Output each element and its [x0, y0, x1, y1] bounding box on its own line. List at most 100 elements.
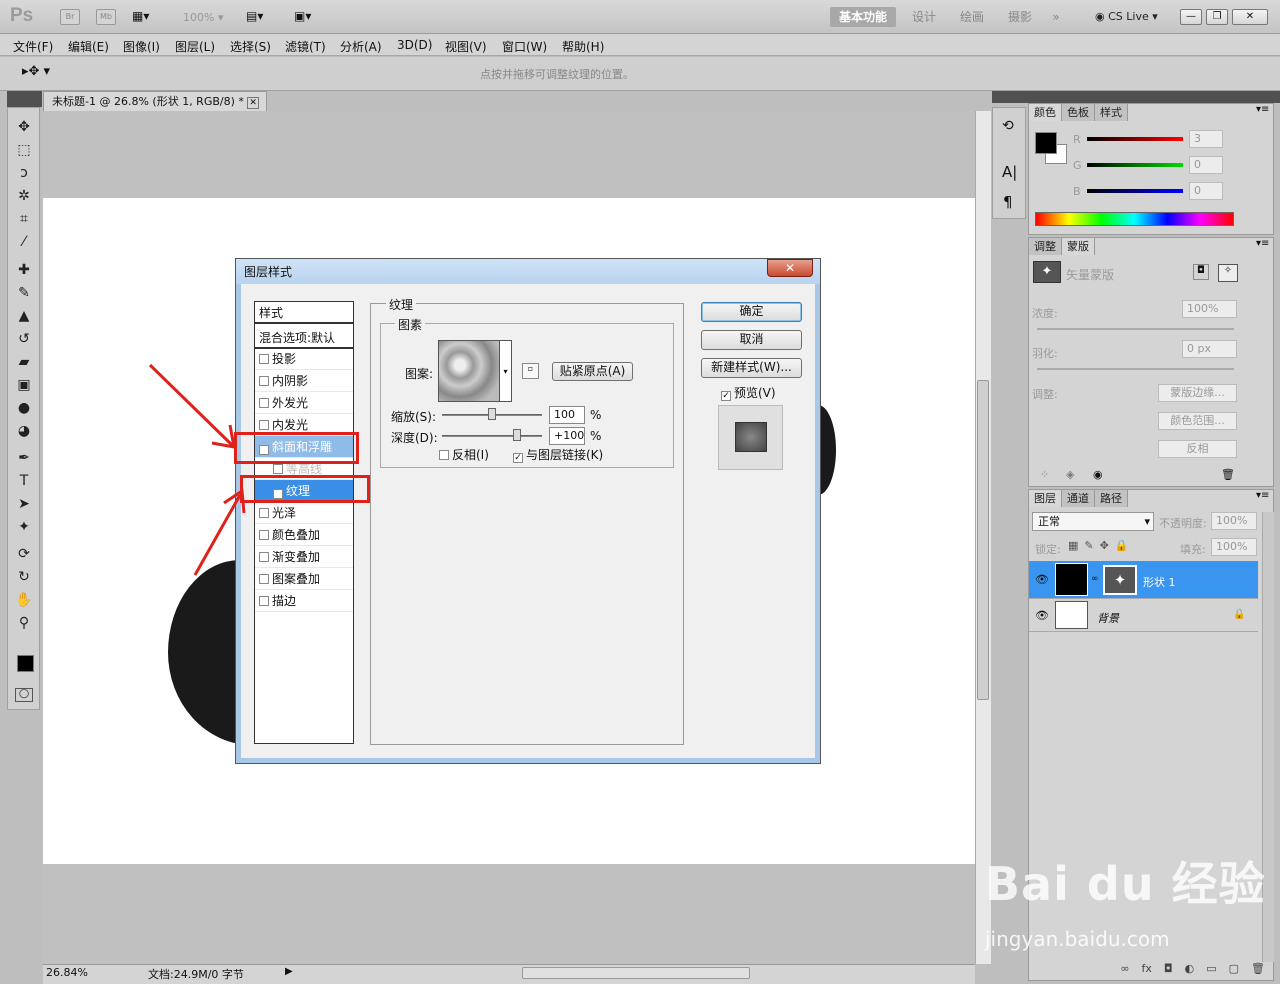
menu-select[interactable]: 选择(S)	[230, 38, 271, 55]
workspace-painting[interactable]: 绘画	[950, 7, 994, 27]
visibility-eye-icon[interactable]: 👁	[1035, 573, 1049, 586]
tab-adjustments[interactable]: 调整	[1029, 238, 1062, 255]
workspace-basic[interactable]: 基本功能	[830, 7, 896, 27]
style-satin[interactable]: 光泽	[255, 502, 353, 524]
history-panel-icon[interactable]: ⟲	[1002, 118, 1014, 134]
preview-option[interactable]: ✓ 预览(V)	[721, 384, 776, 401]
style-color-overlay[interactable]: 颜色叠加	[255, 524, 353, 546]
style-pattern-overlay[interactable]: 图案叠加	[255, 568, 353, 590]
blend-mode-select[interactable]: 正常 ▾	[1032, 512, 1154, 531]
snap-to-origin-button[interactable]: 贴紧原点(A)	[552, 362, 633, 381]
menu-filter[interactable]: 滤镜(T)	[285, 38, 326, 55]
link-with-layer-option[interactable]: ✓ 与图层链接(K)	[513, 446, 603, 463]
invert-checkbox[interactable]	[439, 450, 449, 460]
blending-options[interactable]: 混合选项:默认	[255, 327, 353, 349]
quick-select-tool-icon[interactable]: ✲	[13, 186, 35, 206]
arrange-documents-icon[interactable]: ▤▾	[246, 9, 263, 23]
b-slider[interactable]	[1087, 189, 1183, 193]
history-brush-tool-icon[interactable]: ↺	[13, 329, 35, 349]
invert-mask-button[interactable]: 反相	[1158, 440, 1237, 458]
dialog-close-button[interactable]: ✕	[767, 259, 813, 277]
3d-orbit-tool-icon[interactable]: ↻	[13, 567, 35, 587]
screen-mode-icon[interactable]: ▣▾	[294, 9, 311, 23]
density-input[interactable]: 100%	[1182, 300, 1237, 318]
lasso-tool-icon[interactable]: ↄ	[13, 163, 35, 183]
layer-name-shape[interactable]: 形状 1	[1143, 574, 1176, 590]
marquee-tool-icon[interactable]: ⬚	[13, 140, 35, 160]
menu-image[interactable]: 图像(I)	[123, 38, 160, 55]
opacity-input[interactable]: 100%	[1211, 512, 1257, 530]
tab-color[interactable]: 颜色	[1029, 104, 1062, 121]
style-inner-shadow[interactable]: 内阴影	[255, 370, 353, 392]
r-input[interactable]: 3	[1189, 130, 1223, 148]
new-preset-icon[interactable]: ▫	[522, 363, 539, 379]
vector-mask-icon[interactable]: ✧	[1218, 264, 1238, 282]
layers-panel-menu-icon[interactable]: ▾≡	[1256, 490, 1269, 501]
restore-button[interactable]: ❐	[1206, 9, 1228, 25]
paragraph-panel-icon[interactable]: ¶	[1003, 193, 1013, 211]
pen-tool-icon[interactable]: ✒	[13, 448, 35, 468]
adjustment-layer-icon[interactable]: ◐	[1185, 962, 1195, 980]
cancel-button[interactable]: 取消	[701, 330, 802, 350]
style-drop-shadow[interactable]: 投影	[255, 348, 353, 370]
inner-shadow-checkbox[interactable]	[259, 376, 269, 386]
color-overlay-checkbox[interactable]	[259, 530, 269, 540]
vertical-scroll-thumb[interactable]	[977, 380, 989, 700]
tab-styles[interactable]: 样式	[1095, 104, 1128, 121]
style-outer-glow[interactable]: 外发光	[255, 392, 353, 414]
eyedropper-tool-icon[interactable]: ⁄	[13, 232, 35, 252]
vector-mask-layer-thumbnail[interactable]: ✦	[1103, 565, 1137, 595]
scale-slider-thumb[interactable]	[488, 408, 496, 420]
style-gradient-overlay[interactable]: 渐变叠加	[255, 546, 353, 568]
tab-swatches[interactable]: 色板	[1062, 104, 1095, 121]
close-window-button[interactable]: ✕	[1232, 9, 1268, 25]
b-input[interactable]: 0	[1189, 182, 1223, 200]
tab-paths[interactable]: 路径	[1095, 490, 1128, 507]
depth-input[interactable]: +100	[549, 427, 585, 445]
character-panel-icon[interactable]: A|	[1002, 163, 1017, 181]
drop-shadow-checkbox[interactable]	[259, 354, 269, 364]
menu-edit[interactable]: 编辑(E)	[68, 38, 109, 55]
load-selection-icon[interactable]: ⁘	[1040, 468, 1049, 481]
horizontal-scroll-thumb[interactable]	[522, 967, 750, 979]
menu-window[interactable]: 窗口(W)	[502, 38, 547, 55]
cs-live-button[interactable]: ◉ CS Live ▾	[1095, 8, 1158, 26]
pixel-mask-icon[interactable]: ◘	[1193, 264, 1209, 280]
color-spectrum[interactable]	[1035, 212, 1234, 226]
gradient-overlay-checkbox[interactable]	[259, 552, 269, 562]
eraser-tool-icon[interactable]: ▰	[13, 352, 35, 372]
inner-glow-checkbox[interactable]	[259, 420, 269, 430]
panel-menu-icon[interactable]: ▾≡	[1256, 104, 1269, 115]
brush-tool-icon[interactable]: ✎	[13, 283, 35, 303]
menu-file[interactable]: 文件(F)	[13, 38, 53, 55]
new-group-icon[interactable]: ▭	[1206, 962, 1216, 980]
masks-panel-menu-icon[interactable]: ▾≡	[1256, 238, 1269, 249]
toggle-mask-visibility-icon[interactable]: ◉	[1093, 468, 1103, 481]
add-style-icon[interactable]: fx	[1142, 962, 1152, 980]
link-with-layer-checkbox[interactable]: ✓	[513, 453, 523, 463]
foreground-color-chip[interactable]	[1035, 132, 1057, 154]
stamp-tool-icon[interactable]: ▲	[13, 306, 35, 326]
menu-3d[interactable]: 3D(D)	[397, 38, 432, 52]
workspace-design[interactable]: 设计	[904, 7, 944, 27]
path-select-tool-icon[interactable]: ➤	[13, 494, 35, 514]
zoom-level-dropdown[interactable]: 100% ▾	[183, 11, 223, 24]
apply-mask-icon[interactable]: ◈	[1066, 468, 1074, 481]
tab-layers[interactable]: 图层	[1029, 490, 1062, 507]
r-slider[interactable]	[1087, 137, 1183, 141]
crop-tool-icon[interactable]: ⌗	[13, 209, 35, 229]
new-style-button[interactable]: 新建样式(W)...	[701, 358, 802, 378]
delete-layer-icon[interactable]: 🗑	[1251, 962, 1265, 980]
invert-option[interactable]: 反相(I)	[439, 446, 489, 463]
mask-edge-button[interactable]: 蒙版边缘...	[1158, 384, 1237, 402]
menu-layer[interactable]: 图层(L)	[175, 38, 215, 55]
link-layers-icon[interactable]: ∞	[1120, 962, 1129, 980]
delete-mask-icon[interactable]: 🗑	[1221, 468, 1235, 481]
hand-tool-icon[interactable]: ✋	[13, 590, 35, 610]
blur-tool-icon[interactable]: ●	[13, 398, 35, 418]
shape-tool-icon[interactable]: ✦	[13, 517, 35, 537]
feather-input[interactable]: 0 px	[1182, 340, 1237, 358]
preview-checkbox[interactable]: ✓	[721, 391, 731, 401]
menu-analysis[interactable]: 分析(A)	[340, 38, 382, 55]
mini-bridge-icon[interactable]: Mb	[96, 9, 116, 25]
